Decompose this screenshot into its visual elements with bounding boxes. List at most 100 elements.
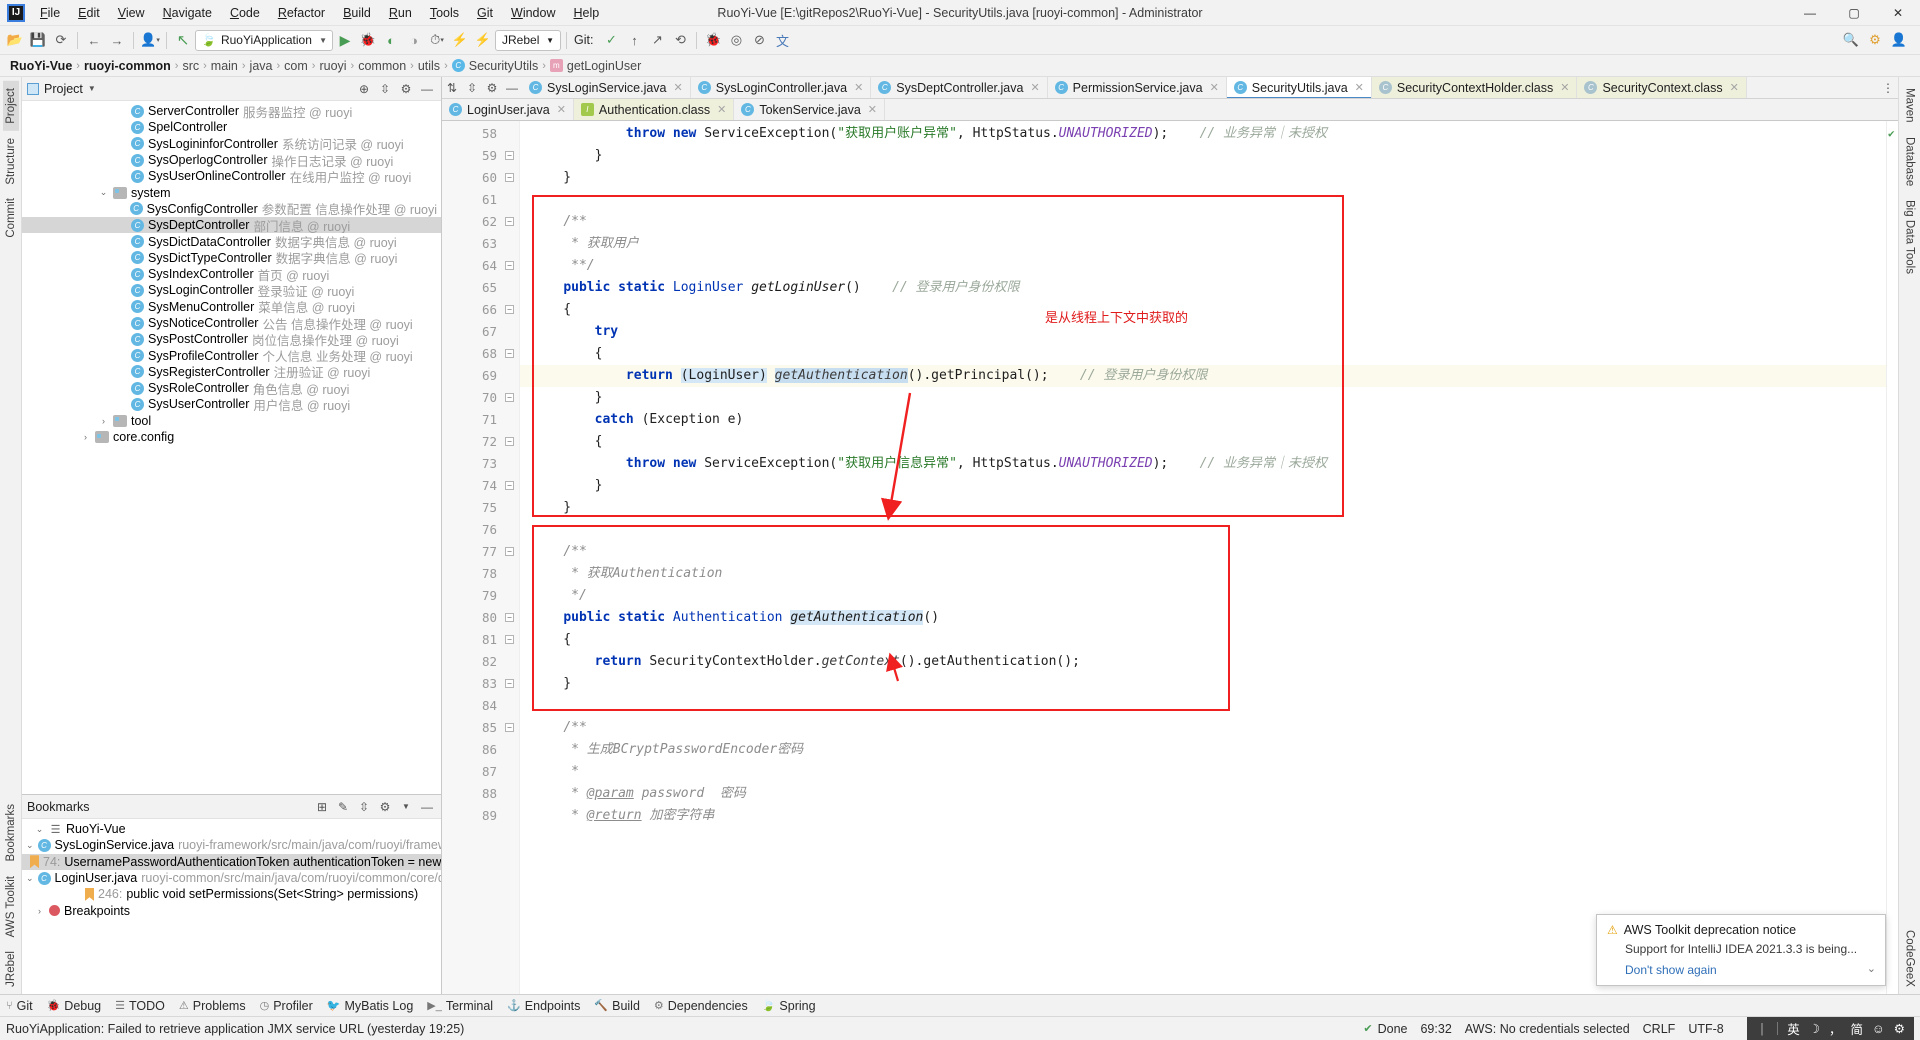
line-number[interactable]: 65 — [442, 277, 519, 299]
git-push-icon[interactable]: ↗ — [646, 29, 668, 51]
tool-window-button-git[interactable]: ⑂ Git — [6, 999, 33, 1013]
search-everywhere-icon[interactable]: 🔍 — [1840, 29, 1862, 51]
sync-icon[interactable]: ⟳ — [50, 29, 72, 51]
close-tab-icon[interactable]: ✕ — [674, 81, 683, 94]
fold-marker-icon[interactable]: − — [505, 635, 514, 644]
code-line[interactable]: /** — [520, 717, 1886, 739]
chevron-down-icon[interactable]: ⌄ — [26, 873, 34, 884]
tree-node[interactable]: C SysDictDataController 数据字典信息 @ ruoyi — [22, 233, 441, 250]
close-tab-icon[interactable]: ✕ — [717, 103, 726, 116]
code-line[interactable]: */ — [520, 585, 1886, 607]
rail-item-aws-toolkit[interactable]: AWS Toolkit — [3, 869, 19, 944]
chevron-down-icon[interactable]: ⌄ — [34, 824, 45, 835]
tree-node[interactable]: C SysConfigController 参数配置 信息操作处理 @ ruoyi — [22, 201, 441, 217]
code-content[interactable]: 是从线程上下文中获取的 throw new ServiceException("… — [520, 121, 1886, 994]
code-line[interactable]: try — [520, 321, 1886, 343]
line-number[interactable]: 62− — [442, 211, 519, 233]
menu-item-git[interactable]: Git — [468, 3, 502, 23]
close-tab-icon[interactable]: ✕ — [854, 81, 863, 94]
code-line[interactable] — [520, 519, 1886, 541]
code-line[interactable] — [520, 189, 1886, 211]
sort-tabs-icon[interactable]: ⇅ — [442, 77, 462, 98]
breadcrumb-item-com[interactable]: com — [280, 59, 312, 73]
profile-icon[interactable]: ◑ — [403, 29, 425, 51]
code-line[interactable]: return (LoginUser) getAuthentication().g… — [520, 365, 1886, 387]
line-number[interactable]: 79 — [442, 585, 519, 607]
line-number[interactable]: 73 — [442, 453, 519, 475]
chevron-right-icon[interactable]: › — [80, 432, 91, 442]
tree-node[interactable]: C SysOperlogController 操作日志记录 @ ruoyi — [22, 152, 441, 168]
ime-smiley-icon[interactable]: ☺ — [1872, 1022, 1885, 1036]
chevron-right-icon[interactable]: › — [34, 906, 45, 916]
tree-node[interactable]: C ServerController 服务器监控 @ ruoyi — [22, 103, 441, 119]
editor-tab-authentication-class[interactable]: I Authentication.class ✕ — [573, 99, 735, 120]
rail-item-bookmarks[interactable]: Bookmarks — [3, 797, 19, 869]
line-number[interactable]: 68− — [442, 343, 519, 365]
menu-item-tools[interactable]: Tools — [421, 3, 468, 23]
code-line[interactable]: } — [520, 497, 1886, 519]
line-number[interactable]: 76 — [442, 519, 519, 541]
breadcrumb-item-common[interactable]: common — [354, 59, 410, 73]
menu-item-build[interactable]: Build — [334, 3, 380, 23]
line-number[interactable]: 74− — [442, 475, 519, 497]
jrebel-debug-icon[interactable]: ⚡ — [472, 29, 494, 51]
fold-marker-icon[interactable]: − — [505, 613, 514, 622]
line-number[interactable]: 59− — [442, 145, 519, 167]
settings-gear-icon[interactable]: ⚙ — [1864, 29, 1886, 51]
code-line[interactable]: } — [520, 145, 1886, 167]
editor-tab-securityutils-java[interactable]: C SecurityUtils.java ✕ — [1226, 77, 1372, 98]
line-number[interactable]: 83− — [442, 673, 519, 695]
line-number[interactable]: 67 — [442, 321, 519, 343]
close-tab-icon[interactable]: ✕ — [1355, 81, 1364, 94]
forward-arrow-icon[interactable]: → — [106, 29, 128, 51]
breadcrumb-item-securityutils[interactable]: C SecurityUtils — [448, 59, 542, 73]
menu-item-code[interactable]: Code — [221, 3, 269, 23]
run-coverage-icon[interactable]: ◐ — [380, 29, 402, 51]
breadcrumb-item-ruoyi-vue[interactable]: RuoYi-Vue — [6, 59, 76, 73]
code-editor[interactable]: 58 59−60−61 62−63 64−65 66−67 68−69 70−71 72−73… — [442, 121, 1898, 994]
tree-node[interactable]: C SysUserOnlineController 在线用户监控 @ ruoyi — [22, 168, 441, 184]
tree-node[interactable]: C SysDictTypeController 数据字典信息 @ ruoyi — [22, 250, 441, 266]
code-line[interactable]: } — [520, 673, 1886, 695]
fold-marker-icon[interactable]: − — [505, 679, 514, 688]
editor-tab-sysdeptcontroller-java[interactable]: C SysDeptController.java ✕ — [871, 77, 1048, 98]
debug-icon[interactable]: 🐞 — [357, 29, 379, 51]
chevron-down-icon[interactable]: ▼ — [397, 798, 415, 816]
code-line[interactable]: /** — [520, 211, 1886, 233]
tool-window-button-dependencies[interactable]: ⚙ Dependencies — [654, 999, 748, 1013]
code-line[interactable]: /** — [520, 541, 1886, 563]
line-number[interactable]: 87 — [442, 761, 519, 783]
close-tab-icon[interactable]: ✕ — [557, 103, 566, 116]
bookmark-node[interactable]: ⌄ C SysLoginService.java ruoyi-framework/sr… — [22, 837, 441, 853]
tree-node[interactable]: ⌄ system — [22, 184, 441, 200]
editor-tabs-1[interactable]: C SysLoginService.java ✕ C SysLoginControlle… — [522, 77, 1747, 98]
user-icon[interactable]: 👤 ▾ — [139, 29, 161, 51]
hide-icon[interactable]: — — [418, 798, 436, 816]
edit-icon[interactable]: ✎ — [334, 798, 352, 816]
chevron-down-icon[interactable]: ▼ — [88, 84, 96, 93]
notification-popup[interactable]: ⚠ AWS Toolkit deprecation notice Support… — [1596, 914, 1886, 986]
fold-marker-icon[interactable]: − — [505, 723, 514, 732]
code-line[interactable]: * @return 加密字符串 — [520, 805, 1886, 827]
breadcrumb-item-java[interactable]: java — [246, 59, 277, 73]
tool-window-button-terminal[interactable]: ▶_ Terminal — [427, 999, 493, 1013]
code-line[interactable]: } — [520, 475, 1886, 497]
tree-node[interactable]: › tool — [22, 413, 441, 429]
code-line[interactable]: * 生成BCryptPasswordEncoder密码 — [520, 739, 1886, 761]
tool-window-button-problems[interactable]: ⚠ Problems — [179, 999, 246, 1013]
fold-marker-icon[interactable]: − — [505, 173, 514, 182]
close-tab-icon[interactable]: ✕ — [1730, 81, 1739, 94]
code-line[interactable] — [520, 695, 1886, 717]
fold-marker-icon[interactable]: − — [505, 437, 514, 446]
collapse-all-icon[interactable]: ⇳ — [376, 80, 394, 98]
menu-item-view[interactable]: View — [109, 3, 154, 23]
translate-icon[interactable]: 文 — [771, 29, 793, 51]
editor-tab-loginuser-java[interactable]: C LoginUser.java ✕ — [442, 99, 574, 120]
save-icon[interactable]: 💾 — [27, 29, 49, 51]
expand-icon[interactable]: ⇳ — [355, 798, 373, 816]
tool-window-button-profiler[interactable]: ◷ Profiler — [260, 999, 313, 1013]
rail-item-structure[interactable]: Structure — [3, 131, 19, 192]
rail-item-jrebel[interactable]: JRebel — [3, 944, 19, 994]
target-icon[interactable]: ⊕ — [355, 80, 373, 98]
line-separator[interactable]: CRLF — [1643, 1022, 1676, 1036]
